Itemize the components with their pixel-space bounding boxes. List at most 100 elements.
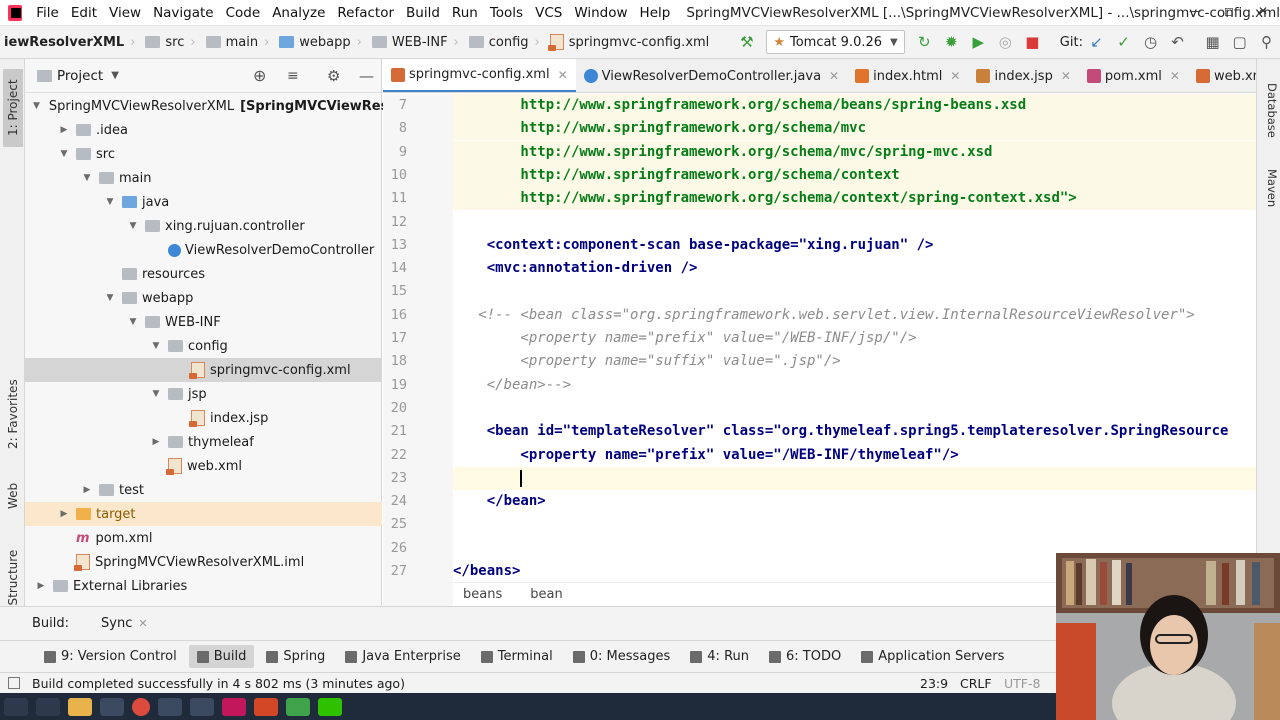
menu-run[interactable]: Run [446,5,484,21]
task-view-icon[interactable] [36,697,60,716]
close-tab-icon[interactable]: ✕ [1061,69,1071,83]
code-line[interactable]: </beans> [453,560,520,583]
run-config-select[interactable]: ★ Tomcat 9.0.26 ▼ [766,30,905,54]
expand-arrow-right-icon[interactable]: ▶ [79,485,95,495]
close-icon[interactable]: ✕ [138,617,147,630]
expand-arrow-down-icon[interactable]: ▼ [102,197,118,207]
profile-icon[interactable]: ◎ [998,33,1013,51]
tree-item[interactable]: resources [25,262,382,286]
tree-item[interactable]: ▶ External Libraries [25,574,382,598]
tree-item[interactable]: ▶ thymeleaf [25,430,382,454]
code-line[interactable]: </bean> [453,490,546,513]
menu-navigate[interactable]: Navigate [147,5,220,21]
menu-help[interactable]: Help [634,5,677,21]
tree-item[interactable]: ▼ main [25,166,382,190]
caret-position[interactable]: 23:9 [920,676,948,691]
project-tool-tab[interactable]: 1: Project [3,69,23,147]
app-icon[interactable] [190,697,214,716]
menu-build[interactable]: Build [400,5,446,21]
expand-arrow-down-icon[interactable]: ▼ [125,221,141,231]
collapse-all-icon[interactable]: ≡ [287,68,299,84]
chevron-down-icon[interactable]: ▼ [111,70,119,81]
build-hammer-icon[interactable]: ⚒ [739,33,754,51]
expand-arrow-down-icon[interactable]: ▼ [125,317,141,327]
menu-vcs[interactable]: VCS [529,5,568,21]
expand-arrow-right-icon[interactable]: ▶ [56,125,72,135]
project-structure-icon[interactable]: ▦ [1205,33,1220,51]
code-view[interactable]: http://www.springframework.org/schema/be… [453,94,1256,614]
hide-panel-icon[interactable]: — [359,67,374,85]
expand-arrow-right-icon[interactable]: ▶ [56,509,72,519]
tool-window-button[interactable]: 9: Version Control [36,645,185,668]
tree-item[interactable]: ViewResolverDemoController [25,238,382,262]
expand-arrow-down-icon[interactable]: ▼ [148,341,164,351]
git-update-icon[interactable]: ↙ [1089,33,1104,51]
breadcrumb-src[interactable]: src › [141,35,201,50]
tree-item[interactable]: springmvc-config.xml [25,358,382,382]
tree-item[interactable]: ▼ webapp [25,286,382,310]
presentation-icon[interactable]: ▢ [1232,33,1247,51]
expand-arrow-down-icon[interactable]: ▼ [33,101,40,111]
editor-tab[interactable]: index.jsp ✕ [968,59,1078,92]
breadcrumb-web-inf[interactable]: WEB-INF › [368,35,465,50]
code-line[interactable]: <property name="prefix" value="/WEB-INF/… [453,444,958,467]
database-tool-tab[interactable]: Database [1259,83,1279,153]
mail-icon[interactable] [100,697,124,716]
editor-tab[interactable]: index.html ✕ [847,59,968,92]
run-coverage-icon[interactable]: ▶ [971,33,986,51]
code-line[interactable]: <bean id="templateResolver" class="org.t… [453,420,1229,443]
expand-arrow-right-icon[interactable]: ▶ [33,581,49,591]
expand-arrow-right-icon[interactable]: ▶ [148,437,164,447]
tree-item[interactable]: ▼ xing.rujuan.controller [25,214,382,238]
git-history-icon[interactable]: ◷ [1143,33,1158,51]
close-tab-icon[interactable]: ✕ [829,69,839,83]
tool-window-button[interactable]: Java Enterprise [337,645,468,668]
menu-tools[interactable]: Tools [484,5,529,21]
menu-edit[interactable]: Edit [65,5,103,21]
tree-item[interactable]: ▼ WEB-INF [25,310,382,334]
tree-item[interactable]: index.jsp [25,406,382,430]
tree-item[interactable]: ▶ .idea [25,118,382,142]
tree-item[interactable]: ▼ SpringMVCViewResolverXML [SpringMVCViewR… [25,94,397,118]
expand-arrow-down-icon[interactable]: ▼ [102,293,118,303]
editor-tab[interactable]: springmvc-config.xml ✕ [383,59,576,92]
menu-window[interactable]: Window [568,5,633,21]
breadcrumb-file[interactable]: springmvc-config.xml [546,34,714,51]
maven-tool-tab[interactable]: Maven [1259,169,1279,229]
locate-icon[interactable]: ⊕ [253,66,266,85]
gear-icon[interactable]: ⚙ [327,67,340,85]
menu-refactor[interactable]: Refactor [331,5,400,21]
code-line[interactable]: <mvc:annotation-driven /> [453,257,698,280]
expand-arrow-down-icon[interactable]: ▼ [148,389,164,399]
status-message[interactable]: Build completed successfully in 4 s 802 … [32,676,405,691]
windows-start-icon[interactable] [4,697,28,716]
menu-file[interactable]: File [30,5,65,21]
tool-window-button[interactable]: 6: TODO [761,645,849,668]
tree-item[interactable]: m pom.xml [25,526,382,550]
minimize-icon[interactable]: — [1178,0,1212,26]
expand-arrow-down-icon[interactable]: ▼ [56,149,72,159]
code-line[interactable]: <property name="prefix" value="/WEB-INF/… [453,327,916,350]
tool-window-button[interactable]: 4: Run [682,645,757,668]
app-icon[interactable] [158,697,182,716]
sync-tab[interactable]: Sync [95,613,138,634]
tree-item[interactable]: ▼ jsp [25,382,382,406]
debug-icon[interactable]: ✹ [944,33,959,51]
tool-window-button[interactable]: Terminal [473,645,561,668]
powerpoint-icon[interactable] [254,697,278,716]
tool-window-button[interactable]: 0: Messages [565,645,679,668]
code-line[interactable]: http://www.springframework.org/schema/co… [453,164,1256,187]
editor-tab[interactable]: pom.xml ✕ [1079,59,1188,92]
close-tab-icon[interactable]: ✕ [950,69,960,83]
tree-item[interactable]: ▼ config [25,334,382,358]
stop-icon[interactable]: ■ [1025,33,1040,51]
tree-item[interactable]: SpringMVCViewResolverXML.iml [25,550,382,574]
close-tab-icon[interactable]: ✕ [1170,69,1180,83]
favorites-tool-tab[interactable]: 2: Favorites [3,369,23,459]
tool-window-button[interactable]: Build [188,645,255,668]
git-rollback-icon[interactable]: ↶ [1170,33,1185,51]
wechat-icon[interactable] [318,697,342,716]
tool-window-button[interactable]: Application Servers [853,645,1012,668]
breadcrumb-beans[interactable]: beans [463,587,502,602]
expand-arrow-down-icon[interactable]: ▼ [79,173,95,183]
